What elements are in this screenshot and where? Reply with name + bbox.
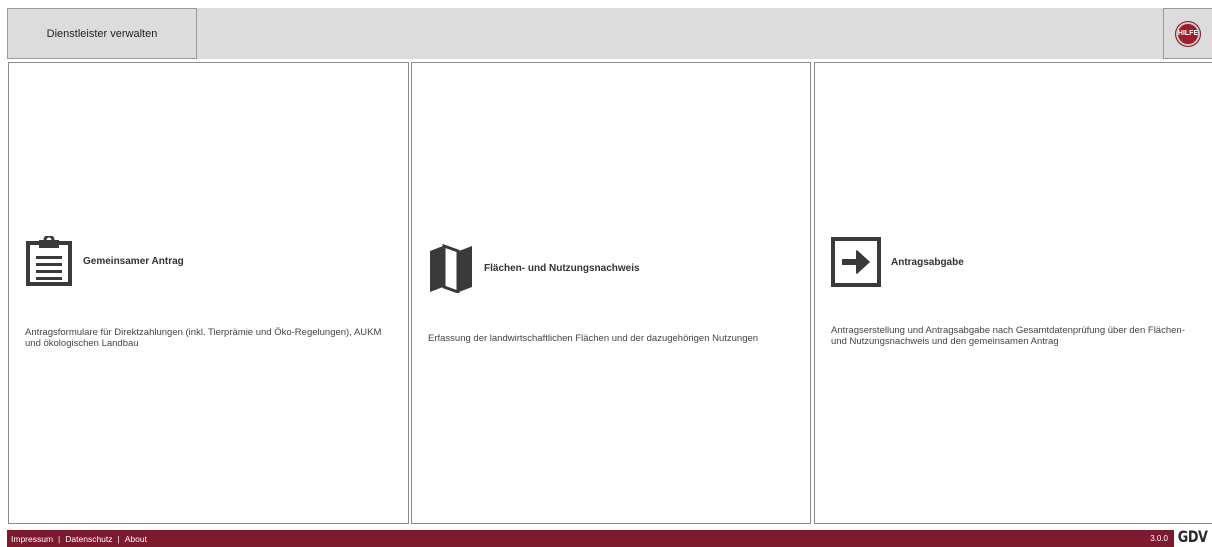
tile-title: Gemeinsamer Antrag — [83, 255, 184, 267]
about-link[interactable]: About — [125, 534, 147, 544]
datenschutz-link[interactable]: Datenschutz — [65, 534, 112, 544]
help-button[interactable]: HILFE — [1163, 8, 1212, 59]
tile-header: Antragsabgabe — [831, 237, 964, 287]
tile-header: Flächen- und Nutzungsnachweis — [428, 243, 640, 293]
tile-title: Flächen- und Nutzungsnachweis — [484, 262, 640, 274]
top-bar: Dienstleister verwalten HILFE — [7, 8, 1212, 59]
tile-antragsabgabe[interactable]: Antragsabgabe Antragserstellung und Antr… — [814, 62, 1212, 524]
folded-map-icon — [430, 243, 472, 293]
tile-title: Antragsabgabe — [891, 256, 964, 268]
gdv-logo: GDV — [1174, 525, 1212, 547]
tile-grid: Gemeinsamer Antrag Antragsformulare für … — [8, 62, 1212, 524]
tile-header: Gemeinsamer Antrag — [25, 236, 184, 286]
tile-description: Erfassung der landwirtschaftlichen Fläch… — [428, 333, 759, 344]
arrow-right-box-icon — [831, 237, 881, 287]
manage-providers-button[interactable]: Dienstleister verwalten — [7, 8, 197, 59]
impressum-link[interactable]: Impressum — [11, 534, 53, 544]
gdv-logo-text: GDV — [1178, 527, 1208, 546]
clipboard-icon — [26, 236, 72, 286]
tile-description: Antragsformulare für Direktzahlungen (in… — [25, 327, 382, 349]
help-icon: HILFE — [1176, 21, 1200, 46]
version-label: 3.0.0 — [1150, 534, 1168, 543]
footer: Impressum | Datenschutz | About 3.0.0 — [7, 530, 1212, 547]
tile-description: Antragserstellung und Antragsabgabe nach… — [831, 325, 1185, 347]
footer-separator: | — [58, 533, 61, 544]
footer-separator: | — [117, 533, 120, 544]
tile-flaechen-nutzungsnachweis[interactable]: Flächen- und Nutzungsnachweis Erfassung … — [411, 62, 811, 524]
tile-gemeinsamer-antrag[interactable]: Gemeinsamer Antrag Antragsformulare für … — [8, 62, 409, 524]
